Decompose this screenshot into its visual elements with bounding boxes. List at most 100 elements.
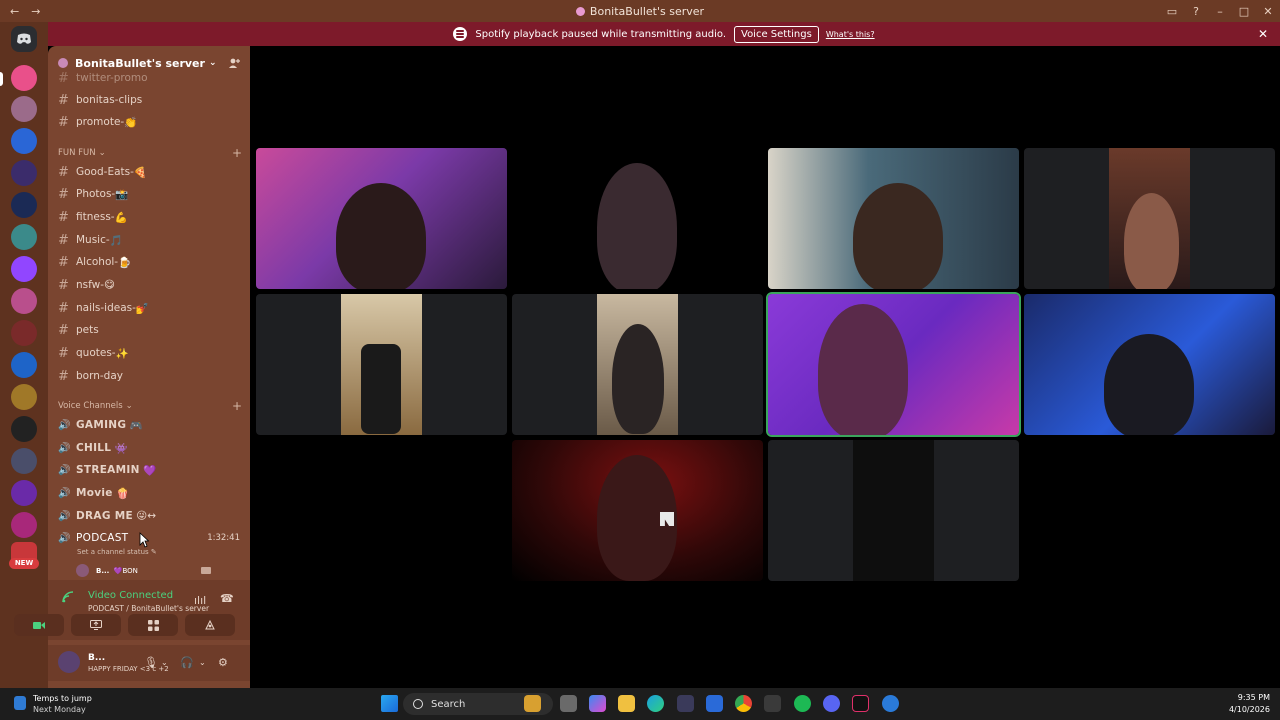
channel-item[interactable]: # Good-Eats- 🍕 — [58, 162, 238, 182]
discord-home-icon[interactable] — [11, 26, 37, 52]
start-icon[interactable] — [381, 695, 398, 712]
widget-icon[interactable] — [524, 695, 541, 712]
voice-channel-item[interactable]: 🔊 STREAMIN 💜 — [58, 460, 238, 480]
disconnect-icon[interactable]: ☎ — [220, 592, 234, 605]
voice-channel-item[interactable]: 🔊 GAMING 🎮 — [58, 415, 238, 435]
clock[interactable]: 9:35 PM 4/10/2026 — [1229, 692, 1270, 716]
participant-figure — [1124, 193, 1179, 289]
channel-item[interactable]: # promote- 👏 — [58, 112, 238, 132]
channel-item[interactable]: # pets — [58, 320, 238, 340]
camera-icon — [201, 567, 211, 574]
file-explorer-icon[interactable] — [618, 695, 635, 712]
channel-item[interactable]: # nsfw- 😋 — [58, 275, 238, 295]
chevron-down-icon[interactable]: ⌄ — [161, 658, 168, 667]
server-icon[interactable] — [11, 128, 37, 154]
server-icon[interactable] — [11, 512, 37, 538]
channel-item[interactable]: # Alcohol- 🍺 — [58, 252, 238, 272]
maximize-button[interactable]: □ — [1232, 5, 1256, 18]
minimize-button[interactable]: – — [1208, 5, 1232, 18]
video-tile[interactable] — [256, 148, 507, 289]
video-tile[interactable] — [512, 440, 763, 581]
video-tile-speaking[interactable] — [766, 292, 1021, 437]
user-name[interactable]: B... — [88, 653, 105, 663]
app-icon[interactable] — [764, 695, 781, 712]
mic-icon[interactable]: 🎙 — [144, 656, 158, 669]
server-icon[interactable] — [11, 480, 37, 506]
chevron-down-icon[interactable]: ⌄ — [199, 658, 206, 667]
signal-icon[interactable] — [62, 591, 74, 603]
server-icon[interactable] — [11, 160, 37, 186]
channel-item[interactable]: # born-day — [58, 366, 238, 386]
category-voice[interactable]: Voice Channels ⌄ + — [58, 399, 242, 413]
channel-item[interactable]: # Music- 🎵 — [58, 230, 238, 250]
category-fun[interactable]: FUN FUN ⌄ + — [58, 146, 242, 160]
channel-label: DRAG ME — [76, 510, 133, 522]
voice-channel-item[interactable]: 🔊 Movie 🍿 — [58, 483, 238, 503]
channel-item[interactable]: # quotes- ✨ — [58, 343, 238, 363]
camera-button[interactable] — [14, 614, 64, 636]
chrome-icon[interactable] — [735, 695, 752, 712]
channel-item[interactable]: # fitness- 💪 — [58, 207, 238, 227]
twitch-server-icon[interactable] — [11, 256, 37, 282]
close-icon[interactable]: ✕ — [1258, 27, 1268, 41]
video-tile[interactable] — [512, 294, 763, 435]
activities-button[interactable] — [128, 614, 178, 636]
video-tile[interactable] — [256, 294, 507, 435]
server-icon[interactable] — [11, 352, 37, 378]
server-icon-active[interactable] — [11, 65, 37, 91]
server-icon[interactable] — [11, 192, 37, 218]
voice-channel-item[interactable]: 🔊 DRAG ME 😜↔ — [58, 506, 238, 526]
voice-settings-button[interactable]: Voice Settings — [734, 25, 819, 43]
voice-member[interactable]: B... 💜BON — [76, 564, 211, 577]
store-icon[interactable] — [677, 695, 694, 712]
server-icon[interactable] — [11, 416, 37, 442]
server-icon[interactable] — [11, 288, 37, 314]
server-rail: NEW — [0, 22, 48, 688]
app-icon[interactable] — [882, 695, 899, 712]
close-window-button[interactable]: ✕ — [1256, 5, 1280, 18]
hash-icon: # — [58, 322, 69, 338]
server-icon[interactable] — [11, 224, 37, 250]
channel-item[interactable]: # nails-ideas- 💅 — [58, 298, 238, 318]
server-icon[interactable] — [11, 96, 37, 122]
whats-this-link[interactable]: What's this? — [826, 30, 875, 39]
video-tile[interactable] — [512, 148, 763, 289]
server-icon[interactable] — [11, 384, 37, 410]
server-icon[interactable] — [11, 448, 37, 474]
copilot-icon[interactable] — [589, 695, 606, 712]
set-channel-status[interactable]: Set a channel status ✎ — [77, 548, 157, 556]
channel-item[interactable]: # twitter-promo — [58, 68, 238, 88]
soundboard-button[interactable] — [185, 614, 235, 636]
add-channel-icon[interactable]: + — [232, 399, 242, 413]
video-tile[interactable] — [1024, 148, 1275, 289]
connection-location[interactable]: PODCAST / BonitaBullet's server — [88, 604, 209, 613]
screen-share-button[interactable] — [71, 614, 121, 636]
forward-button[interactable]: → — [31, 5, 40, 18]
discord-icon[interactable] — [823, 695, 840, 712]
hash-icon: # — [58, 254, 69, 270]
task-view-icon[interactable] — [560, 695, 577, 712]
back-button[interactable]: ← — [10, 5, 19, 18]
add-channel-icon[interactable]: + — [232, 146, 242, 160]
video-tile[interactable] — [768, 440, 1019, 581]
tiktok-icon[interactable] — [852, 695, 869, 712]
help-icon[interactable]: ? — [1184, 5, 1208, 18]
channel-item[interactable]: # Photos- 📸 — [58, 184, 238, 204]
noise-suppression-icon[interactable]: ılıl — [194, 594, 206, 607]
channel-label: twitter-promo — [76, 72, 148, 84]
server-icon[interactable] — [11, 320, 37, 346]
connection-status[interactable]: Video Connected — [88, 590, 173, 601]
video-tile[interactable] — [768, 148, 1019, 289]
outlook-icon[interactable] — [706, 695, 723, 712]
headphones-icon[interactable]: 🎧 — [180, 656, 194, 669]
spotify-icon[interactable] — [794, 695, 811, 712]
inbox-icon[interactable]: ▭ — [1160, 5, 1184, 18]
avatar[interactable] — [58, 651, 80, 673]
edge-icon[interactable] — [647, 695, 664, 712]
video-tile[interactable] — [1024, 294, 1275, 435]
gear-icon[interactable]: ⚙ — [218, 656, 228, 669]
channel-item[interactable]: # bonitas-clips — [58, 90, 238, 110]
voice-channel-item[interactable]: 🔊 CHILL 👾 — [58, 438, 238, 458]
hash-icon: # — [58, 277, 69, 293]
channel-label: PODCAST — [76, 532, 129, 544]
